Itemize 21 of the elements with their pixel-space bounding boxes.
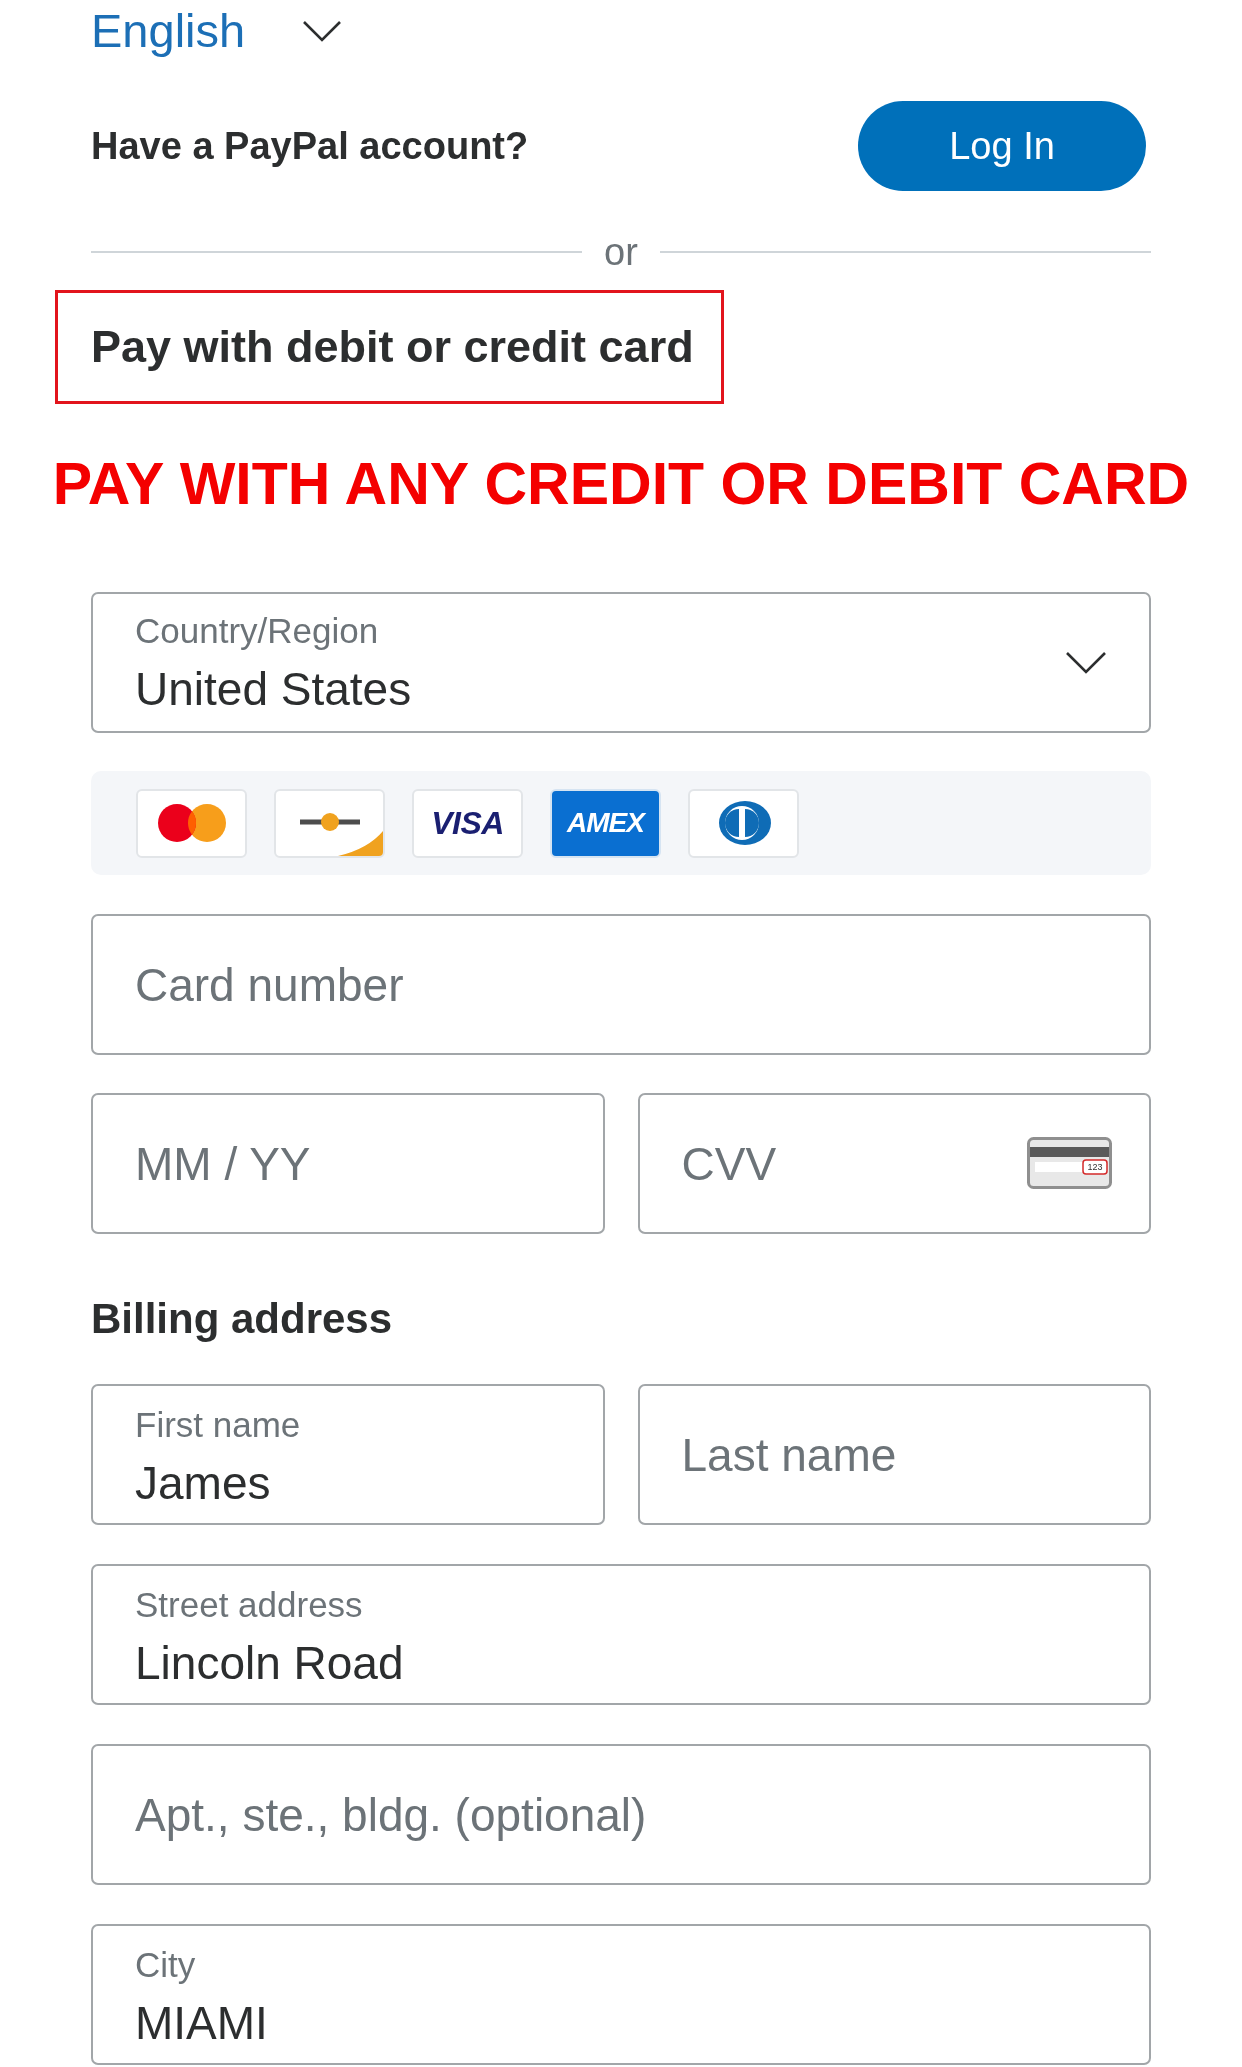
chevron-down-icon <box>302 20 343 42</box>
chevron-down-icon <box>1065 650 1107 675</box>
card-number-field[interactable]: Card number <box>91 914 1151 1055</box>
street-address-field[interactable]: Street address Lincoln Road <box>91 1564 1151 1705</box>
amex-logo: AMEX <box>550 788 661 858</box>
apartment-field[interactable]: Apt., ste., bldg. (optional) <box>91 1744 1151 1885</box>
billing-address-heading: Billing address <box>91 1294 393 1344</box>
country-select[interactable]: Country/Region United States <box>91 592 1151 733</box>
language-selector[interactable]: English <box>91 4 343 58</box>
last-name-field[interactable]: Last name <box>637 1384 1151 1525</box>
visa-logo: VISA <box>412 788 523 858</box>
city-field[interactable]: City MIAMI <box>91 1924 1151 2065</box>
expiry-date-field[interactable]: MM / YY <box>91 1093 605 1234</box>
promo-banner-text: PAY WITH ANY CREDIT OR DEBIT CARD <box>52 450 1190 518</box>
pay-with-card-button[interactable]: Pay with debit or credit card <box>55 290 724 404</box>
log-in-button[interactable]: Log In <box>858 101 1146 191</box>
first-name-field[interactable]: First name James <box>91 1384 605 1525</box>
overlapping-circles-icon <box>136 788 247 858</box>
card-back-icon: 123 <box>1027 1137 1112 1189</box>
account-prompt: Have a PayPal account? <box>91 124 529 169</box>
divider-label: or <box>604 230 638 275</box>
